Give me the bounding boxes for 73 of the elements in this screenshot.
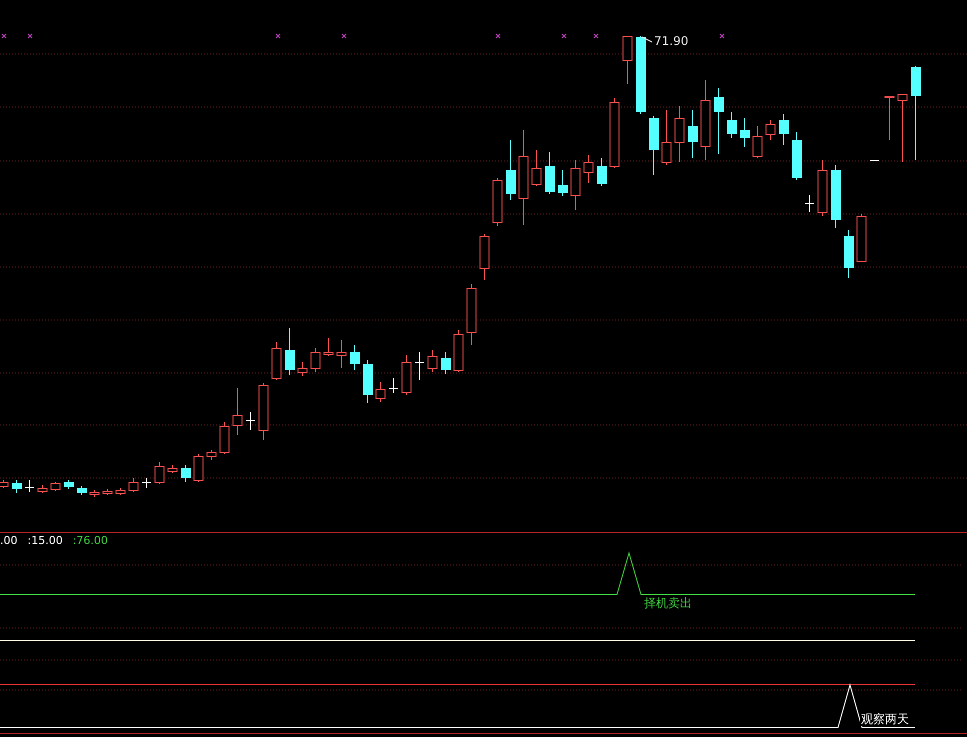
candlestick — [12, 480, 22, 494]
candlestick — [441, 352, 451, 374]
candlestick — [388, 378, 398, 394]
candlestick — [792, 132, 802, 180]
candlestick — [336, 340, 346, 368]
price-label: 71.90 — [654, 34, 688, 48]
candlestick — [272, 342, 282, 380]
candlestick — [168, 464, 178, 474]
candlestick — [610, 98, 620, 168]
indicator-value: :15.00 — [28, 534, 63, 547]
candlestick — [324, 338, 334, 356]
candlestick — [466, 284, 476, 346]
candlestick — [38, 484, 48, 494]
candlestick — [232, 388, 242, 436]
candlestick — [688, 110, 698, 158]
candlestick — [285, 328, 295, 376]
candlestick — [246, 412, 256, 430]
candlestick — [570, 160, 580, 210]
candlestick — [90, 490, 100, 498]
candlestick — [558, 170, 568, 196]
signal-label: 观察两天 — [860, 712, 910, 726]
candlestick — [310, 348, 320, 372]
candlestick — [181, 464, 191, 482]
candlestick — [674, 106, 684, 162]
candlestick — [454, 330, 464, 372]
candlestick — [298, 362, 308, 376]
candlestick — [492, 178, 502, 226]
indicator-value: .00 — [0, 534, 18, 547]
signal-label: 择机卖出 — [643, 596, 693, 610]
candlestick — [818, 160, 828, 216]
candlestick — [545, 152, 555, 194]
candlestick — [116, 488, 126, 496]
candlestick — [428, 350, 438, 372]
candlestick — [532, 150, 542, 186]
candlestick — [752, 126, 762, 158]
candlestick — [206, 450, 216, 460]
candlestick — [597, 158, 607, 186]
candlestick — [350, 344, 360, 370]
candlestick — [649, 116, 659, 176]
indicator-value: :76.00 — [72, 534, 108, 547]
candlestick — [154, 462, 164, 484]
candlestick — [480, 234, 490, 280]
candlestick — [24, 480, 34, 492]
candlestick — [804, 194, 814, 212]
candlestick — [766, 120, 776, 140]
candlestick — [727, 112, 737, 138]
candlestick — [884, 96, 894, 140]
candlestick — [844, 230, 854, 278]
candlestick — [870, 160, 880, 162]
candlestick — [714, 88, 724, 154]
candlestick — [194, 454, 204, 482]
candlestick — [831, 164, 841, 228]
candlestick — [64, 480, 74, 490]
candlestick — [50, 482, 60, 492]
candlestick — [402, 354, 412, 396]
candlestick — [506, 140, 516, 200]
candlestick — [142, 478, 152, 488]
candlestick — [898, 94, 908, 162]
candlestick — [128, 478, 138, 492]
candlestick — [740, 118, 750, 148]
candlestick — [622, 36, 632, 84]
candlestick — [220, 422, 230, 454]
candlestick — [856, 214, 866, 262]
candlestick — [779, 114, 789, 146]
candlestick — [258, 382, 268, 440]
candlestick — [102, 488, 112, 496]
candlestick — [662, 110, 672, 166]
candlestick — [363, 360, 373, 404]
candlestick — [376, 382, 386, 402]
leader-line — [642, 36, 652, 42]
candlestick — [584, 154, 594, 184]
candlestick — [414, 352, 424, 380]
candlestick — [77, 486, 87, 496]
